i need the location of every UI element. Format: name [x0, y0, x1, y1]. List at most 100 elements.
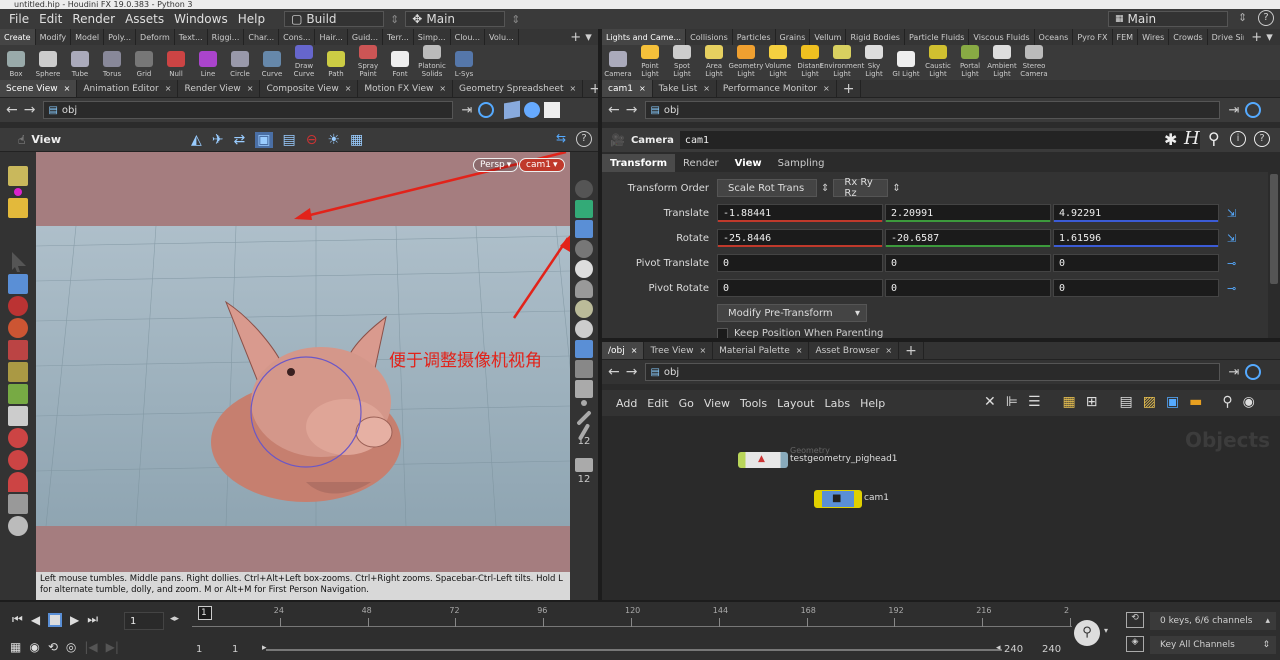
param-field[interactable]: 0	[717, 254, 883, 272]
shelf-tab[interactable]: Lights and Came...	[602, 29, 687, 45]
shelf-tool[interactable]: Box	[0, 45, 32, 80]
shelf-tab[interactable]: Particles	[733, 29, 776, 45]
shelf-tab[interactable]: Simp...	[414, 29, 451, 45]
handle-mode-icon[interactable]: ⇄	[234, 132, 246, 148]
shelf-tool[interactable]: Ambient Light	[986, 45, 1018, 80]
paint-tool-icon[interactable]	[8, 384, 28, 404]
prim-number-icon[interactable]: 12	[574, 474, 594, 494]
light-icon[interactable]	[575, 280, 593, 298]
net-eye-icon[interactable]: ◉	[1243, 394, 1255, 410]
param-path-field[interactable]: ▤ obj	[645, 101, 1221, 119]
eye-icon[interactable]	[575, 180, 593, 198]
param-field[interactable]: 2.20991	[885, 204, 1051, 222]
scale-tool-icon[interactable]	[8, 318, 28, 338]
network-menu-item[interactable]: Go	[679, 397, 694, 410]
panel-tab[interactable]: Geometry Spreadsheet ×	[453, 80, 584, 97]
range-left-handle-icon[interactable]: ▸	[262, 643, 267, 653]
box-icon[interactable]: ▬	[1189, 394, 1202, 410]
geometry-node[interactable]: ▲	[738, 452, 788, 468]
key-all-channels-select[interactable]: Key All Channels ⇕	[1150, 636, 1276, 654]
close-icon[interactable]: ×	[569, 84, 576, 93]
shelf-tab[interactable]: Rigid Bodies	[846, 29, 905, 45]
arc-tool-icon[interactable]	[8, 472, 28, 492]
panel-tab[interactable]: Scene View ×	[0, 80, 78, 97]
right-arrows-icon[interactable]: ⇕	[1238, 11, 1247, 24]
shelf-tab[interactable]: Riggi...	[208, 29, 245, 45]
camera-menu[interactable]: cam1 ▾	[519, 158, 565, 172]
panel-tab[interactable]: Tree View ×	[644, 342, 714, 359]
net-forward-icon[interactable]: →	[626, 364, 638, 380]
shelf-tab[interactable]: Grains	[776, 29, 811, 45]
param-help-icon[interactable]: ?	[1254, 131, 1270, 147]
shelf-tool[interactable]: Camera	[602, 45, 634, 80]
prim-icon[interactable]	[575, 458, 593, 472]
shelf-tool[interactable]: Caustic Light	[922, 45, 954, 80]
param-link-icon[interactable]	[1245, 102, 1262, 118]
menu-file[interactable]: File	[4, 12, 34, 26]
param-pin-icon[interactable]: ⇥	[1228, 103, 1239, 118]
viewport[interactable]: 便于调整摄像机视角 Persp ▾ cam1 ▾ Left mouse tumble…	[36, 152, 570, 600]
scene-camera-icon[interactable]	[575, 340, 593, 358]
current-frame-field[interactable]: 1	[124, 612, 164, 630]
loop-icon[interactable]: ⟲	[48, 640, 58, 654]
shelf-tab[interactable]: Model	[71, 29, 105, 45]
panel-tab[interactable]: cam1 ×	[602, 80, 653, 97]
shelf-tool[interactable]: Sphere	[32, 45, 64, 80]
shelf-tab[interactable]: Wires	[1138, 29, 1170, 45]
close-icon[interactable]: ×	[796, 346, 803, 355]
panel-tab[interactable]: Render View ×	[178, 80, 261, 97]
grid-view-icon[interactable]: ▦	[1063, 394, 1076, 410]
shelf-tab[interactable]: Volu...	[485, 29, 519, 45]
step-icon[interactable]: ◂▸	[170, 614, 179, 624]
shelf-tool[interactable]: Spot Light	[666, 45, 698, 80]
net-pin-icon[interactable]: ⇥	[1228, 365, 1239, 380]
transform-mode-icon[interactable]: ✈	[212, 132, 224, 148]
shelf-tab[interactable]: Viscous Fluids	[969, 29, 1035, 45]
timeline-ruler[interactable]: 1 24 48 72 96 120 144 168 192 216 2	[192, 606, 1072, 634]
close-icon[interactable]: ×	[345, 84, 352, 93]
shelf-add-tab-left[interactable]: + ▾	[564, 29, 598, 45]
layout-icon[interactable]: ⊞	[1086, 394, 1098, 410]
key-icon[interactable]: ▦	[10, 640, 21, 654]
back-arrow-icon[interactable]: ←	[6, 102, 18, 118]
param-back-icon[interactable]: ←	[608, 102, 620, 118]
camera-node[interactable]: ■	[814, 490, 862, 508]
display-options-icon[interactable]	[504, 100, 521, 120]
param-field[interactable]: 1.61596	[1053, 229, 1219, 247]
close-icon[interactable]: ×	[439, 84, 446, 93]
point-number-icon[interactable]: 12	[574, 436, 594, 456]
scene-path-field[interactable]: ▤ obj	[43, 101, 454, 119]
network-menu-item[interactable]: Labs	[825, 397, 851, 410]
shelf-tab[interactable]: Char...	[244, 29, 280, 45]
channel-key-icon[interactable]: ⇲	[1227, 232, 1236, 245]
shelf-tool[interactable]: GI Light	[890, 45, 922, 80]
shelf-tool[interactable]: Spray Paint	[352, 45, 384, 80]
select-mode-icon[interactable]: ◭	[191, 132, 202, 148]
snapshot-icon[interactable]	[544, 102, 561, 118]
network-menu-item[interactable]: Add	[616, 397, 637, 410]
shelf-tab[interactable]: Poly...	[104, 29, 137, 45]
shelf-tool[interactable]: Geometry Light	[729, 45, 763, 80]
shelf-tab[interactable]: Text...	[175, 29, 208, 45]
shelf-tab[interactable]: Guid...	[348, 29, 384, 45]
shelf-tool[interactable]: Line	[192, 45, 224, 80]
realtime-icon[interactable]: ◎	[66, 640, 76, 654]
go-start-icon[interactable]: ⏮	[12, 612, 23, 627]
param-field[interactable]: 0	[1053, 279, 1219, 297]
wrench-icon[interactable]: ✕	[984, 394, 996, 410]
shading-icon[interactable]	[575, 260, 593, 278]
close-icon[interactable]: ×	[64, 84, 71, 93]
close-icon[interactable]: ×	[247, 84, 254, 93]
close-icon[interactable]: ×	[165, 84, 172, 93]
play-back-icon[interactable]: ◀	[31, 613, 40, 627]
rotate-order-arrows-icon[interactable]: ⇕	[892, 183, 900, 194]
pin-icon[interactable]: ⇥	[461, 103, 472, 118]
range-end[interactable]: 240	[1004, 644, 1023, 655]
vis-icon[interactable]	[575, 380, 593, 398]
menu-windows[interactable]: Windows	[169, 12, 233, 26]
shelf-tool[interactable]: Portal Light	[954, 45, 986, 80]
magnet-tool-icon[interactable]	[8, 428, 28, 448]
shelf-tab[interactable]: Modify	[36, 29, 72, 45]
range-right-handle-icon[interactable]: ◂	[996, 643, 1001, 653]
note-icon[interactable]: ▤	[1119, 394, 1132, 410]
